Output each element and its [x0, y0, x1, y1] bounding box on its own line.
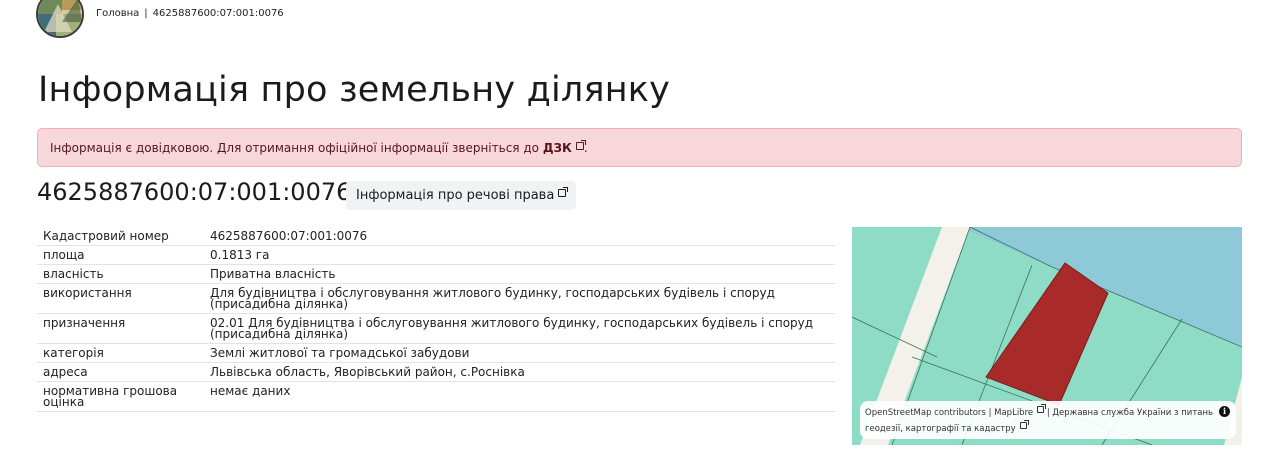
- external-link-icon: [558, 187, 569, 197]
- detail-key: призначення: [37, 313, 204, 344]
- detail-value: немає даних: [204, 381, 835, 412]
- breadcrumb-current: 4625887600:07:001:0076: [152, 8, 284, 19]
- alert-text: Інформація є довідковою. Для отримання о…: [50, 141, 539, 155]
- external-link-icon: [1037, 404, 1047, 413]
- page-title: Інформація про земельну ділянку: [38, 70, 671, 110]
- parcel-details-table: Кадастровий номер 4625887600:07:001:0076 п…: [37, 227, 835, 412]
- detail-value: 02.01 Для будівництва і обслуговування ж…: [204, 313, 835, 344]
- detail-key: нормативна грошова оцінка: [37, 381, 204, 412]
- table-row: Кадастровий номер 4625887600:07:001:0076: [37, 227, 835, 246]
- detail-key: площа: [37, 245, 204, 265]
- property-rights-button[interactable]: Інформація про речові права: [346, 181, 577, 210]
- external-link-icon: [1019, 420, 1029, 429]
- table-row: категорія Землі житлової та громадської з…: [37, 343, 835, 363]
- breadcrumb-separator: |: [144, 8, 148, 19]
- external-link-icon: [575, 140, 586, 150]
- table-row: площа 0.1813 га: [37, 245, 835, 265]
- table-row: нормативна грошова оцінка немає даних: [37, 381, 835, 412]
- detail-value: Приватна власність: [204, 264, 835, 284]
- table-row: адреса Львівська область, Яворівський рай…: [37, 362, 835, 382]
- detail-key: Кадастровий номер: [37, 227, 204, 246]
- detail-key: категорія: [37, 343, 204, 363]
- table-row: використання Для будівництва і обслуговув…: [37, 283, 835, 314]
- logo-icon[interactable]: [36, 0, 84, 38]
- attribution-separator: |: [988, 408, 992, 418]
- detail-value: Львівська область, Яворівський район, с.…: [204, 362, 835, 382]
- attribution-separator: |: [1046, 408, 1050, 418]
- detail-key: використання: [37, 283, 204, 314]
- table-row: власність Приватна власність: [37, 264, 835, 284]
- detail-key: власність: [37, 264, 204, 284]
- dzk-link-label: ДЗК: [542, 141, 572, 155]
- parcel-map[interactable]: OpenStreetMap contributors | MapLibre | …: [852, 227, 1242, 445]
- dzk-link[interactable]: ДЗК: [542, 140, 586, 155]
- osm-link[interactable]: OpenStreetMap contributors: [865, 408, 986, 418]
- maplibre-link[interactable]: MapLibre: [994, 408, 1033, 418]
- detail-value: 0.1813 га: [204, 245, 835, 265]
- breadcrumb-home-link[interactable]: Головна: [96, 8, 139, 19]
- detail-value: Для будівництва і обслуговування житлово…: [204, 283, 835, 314]
- map-attribution: OpenStreetMap contributors | MapLibre | …: [860, 401, 1236, 439]
- detail-value: Землі житлової та громадської забудови: [204, 343, 835, 363]
- table-row: призначення 02.01 Для будівництва і обслу…: [37, 313, 835, 344]
- breadcrumb: Головна | 4625887600:07:001:0076: [96, 8, 284, 19]
- detail-key: адреса: [37, 362, 204, 382]
- cadastral-number-title: 4625887600:07:001:0076: [37, 178, 352, 206]
- info-alert: Інформація є довідковою. Для отримання о…: [37, 128, 1242, 167]
- detail-value: 4625887600:07:001:0076: [204, 227, 835, 246]
- property-rights-button-label: Інформація про речові права: [356, 188, 555, 203]
- info-icon[interactable]: i: [1219, 406, 1230, 417]
